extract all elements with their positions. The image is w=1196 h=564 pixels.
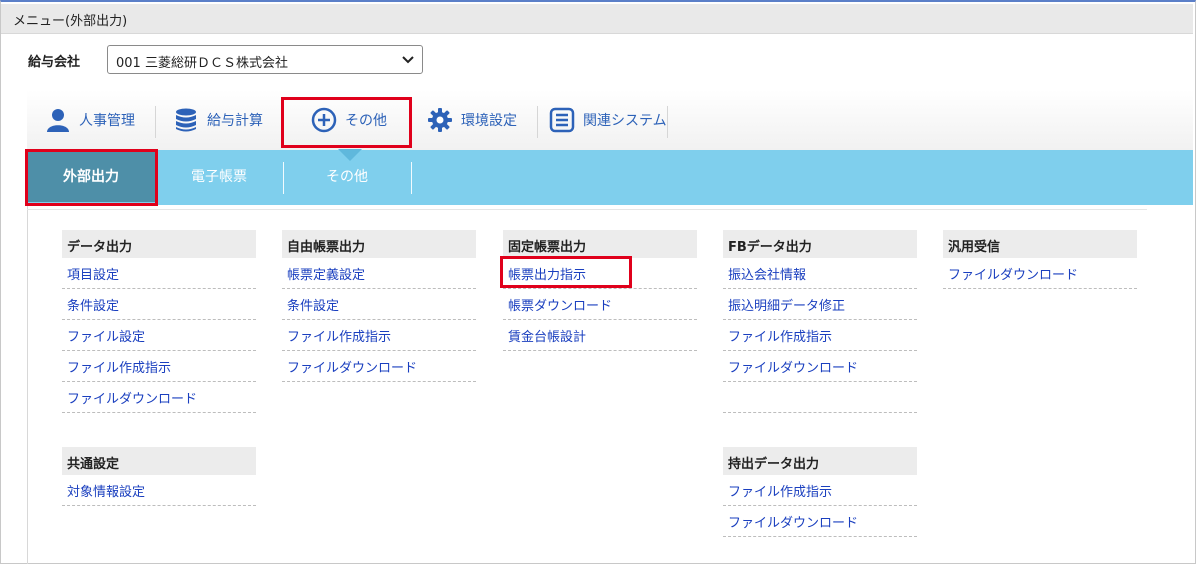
section-title: 共通設定 xyxy=(62,447,256,475)
menu-link[interactable]: 項目設定 xyxy=(62,258,256,289)
subtab-electronic-forms[interactable]: 電子帳票 xyxy=(155,150,283,202)
company-label: 給与会社 xyxy=(28,55,81,70)
menu-link[interactable]: ファイル作成指示 xyxy=(282,320,476,351)
menu-link[interactable]: 条件設定 xyxy=(62,289,256,320)
menu-link[interactable]: ファイルダウンロード xyxy=(62,382,256,413)
highlight-box xyxy=(281,97,412,148)
database-icon xyxy=(176,108,196,132)
section-free-form-output: 自由帳票出力 帳票定義設定 条件設定 ファイル作成指示 ファイルダウンロード xyxy=(282,230,476,382)
tab-hr-label: 人事管理 xyxy=(79,113,135,129)
menu-link[interactable]: ファイルダウンロード xyxy=(723,506,917,537)
menu-link[interactable]: 帳票定義設定 xyxy=(282,258,476,289)
section-title: データ出力 xyxy=(62,230,256,258)
subtab-electronic-forms-label: 電子帳票 xyxy=(191,169,247,185)
sub-tab-bar: 外部出力 電子帳票 その他 xyxy=(27,150,1193,205)
active-tab-pointer xyxy=(338,149,362,161)
tab-payroll[interactable]: 給与計算 xyxy=(173,100,263,140)
section-common-settings: 共通設定 対象情報設定 xyxy=(62,447,256,506)
company-select[interactable]: 001 三菱総研ＤＣＳ株式会社 xyxy=(107,45,423,74)
menu-link[interactable]: ファイル設定 xyxy=(62,320,256,351)
company-select-value: 001 三菱総研ＤＣＳ株式会社 xyxy=(116,56,288,71)
tab-separator xyxy=(537,106,538,138)
menu-link[interactable]: 賃金台帳設計 xyxy=(503,320,697,351)
section-carry-out-data-output: 持出データ出力 ファイル作成指示 ファイルダウンロード xyxy=(723,447,917,537)
menu-link[interactable]: ファイル作成指示 xyxy=(723,475,917,506)
subtab-separator xyxy=(411,162,412,194)
tab-related-systems-label: 関連システム xyxy=(583,113,667,129)
chevron-down-icon xyxy=(402,56,414,64)
menu-link[interactable]: 条件設定 xyxy=(282,289,476,320)
tab-env-settings[interactable]: 環境設定 xyxy=(427,100,517,140)
section-data-output: データ出力 項目設定 条件設定 ファイル設定 ファイル作成指示 ファイルダウンロ… xyxy=(62,230,256,413)
menu-link[interactable]: 帳票ダウンロード xyxy=(503,289,697,320)
title-bar: メニュー(外部出力) xyxy=(1,4,1193,34)
highlight-box xyxy=(500,256,632,288)
menu-link[interactable]: ファイルダウンロード xyxy=(723,351,917,382)
menu-link[interactable]: 振込会社情報 xyxy=(723,258,917,289)
tab-payroll-label: 給与計算 xyxy=(207,113,263,129)
tab-hr[interactable]: 人事管理 xyxy=(45,100,135,140)
tab-separator xyxy=(667,106,668,138)
section-title: 汎用受信 xyxy=(943,230,1137,258)
menu-link[interactable]: ファイルダウンロード xyxy=(943,258,1137,289)
content-left-border xyxy=(27,205,28,564)
subtab-other-label: その他 xyxy=(326,169,368,185)
tab-separator xyxy=(155,106,156,138)
menu-link[interactable]: ファイルダウンロード xyxy=(282,351,476,382)
window-title: メニュー(外部出力) xyxy=(13,14,128,29)
section-title: 持出データ出力 xyxy=(723,447,917,475)
section-title: 自由帳票出力 xyxy=(282,230,476,258)
menu-link[interactable]: 対象情報設定 xyxy=(62,475,256,506)
section-general-receive: 汎用受信 ファイルダウンロード xyxy=(943,230,1137,289)
list-icon xyxy=(549,107,575,133)
menu-link[interactable]: ファイル作成指示 xyxy=(723,320,917,351)
highlight-box xyxy=(25,149,158,206)
menu-link[interactable]: 振込明細データ修正 xyxy=(723,289,917,320)
section-fixed-form-output: 固定帳票出力 帳票出力指示 帳票ダウンロード 賃金台帳設計 xyxy=(503,230,697,351)
main-tab-bar: 人事管理 給与計算 その他 環境設定 関連システム xyxy=(27,90,1193,150)
section-title: FBデータ出力 xyxy=(723,230,917,258)
content-divider xyxy=(27,209,1147,210)
section-fb-data-output: FBデータ出力 振込会社情報 振込明細データ修正 ファイル作成指示 ファイルダウ… xyxy=(723,230,917,413)
tab-env-settings-label: 環境設定 xyxy=(461,113,517,129)
menu-link[interactable]: ファイル作成指示 xyxy=(62,351,256,382)
person-icon xyxy=(47,109,69,132)
section-title: 固定帳票出力 xyxy=(503,230,697,258)
empty-row xyxy=(723,382,917,413)
tab-related-systems[interactable]: 関連システム xyxy=(549,100,667,140)
gear-icon xyxy=(428,108,452,132)
